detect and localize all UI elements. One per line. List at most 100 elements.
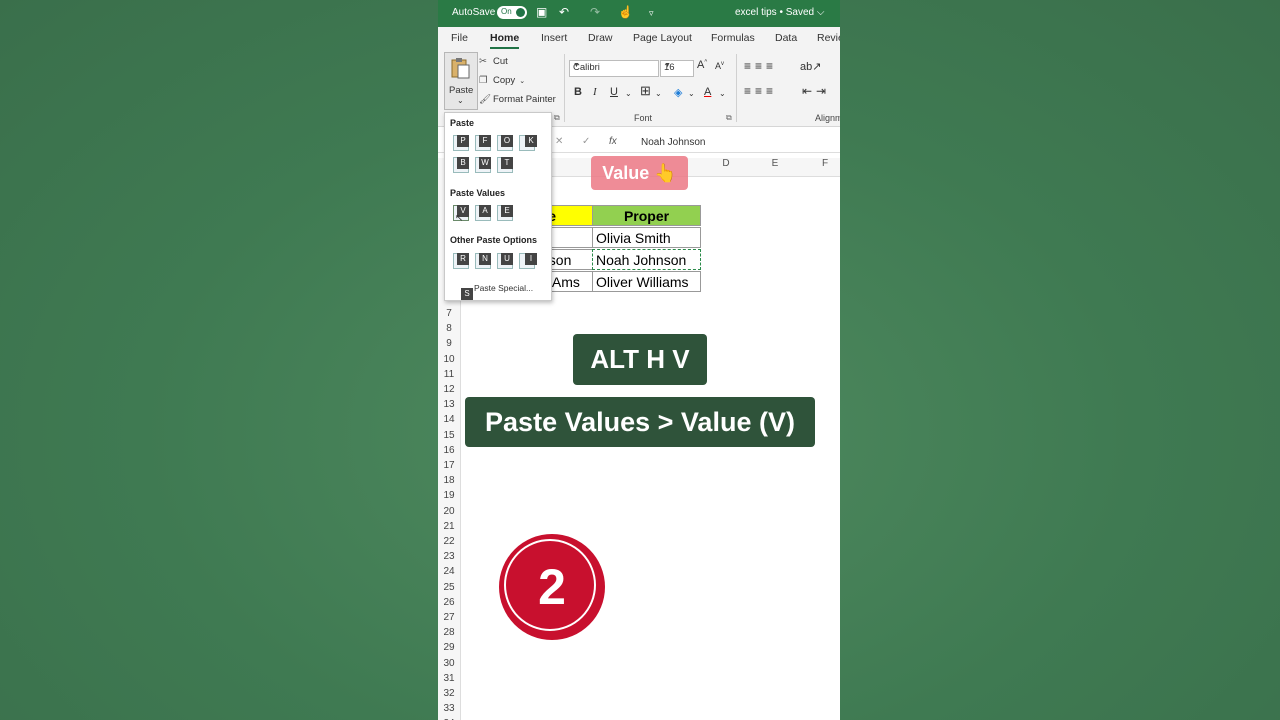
font-name-select[interactable]: Calibri ▼ — [569, 60, 659, 77]
row-number[interactable]: 16 — [438, 445, 460, 456]
row-number[interactable]: 22 — [438, 536, 460, 547]
borders-icon[interactable]: ⊞ — [640, 83, 651, 99]
paste-options-menu: Paste P F O K B W T Paste Values V ↖ A E… — [444, 112, 552, 301]
row-number[interactable]: 17 — [438, 460, 460, 471]
paste-values-path-badge: Paste Values > Value (V) — [465, 397, 815, 447]
copy-button[interactable]: ❐ Copy ⌄ — [479, 75, 525, 86]
chevron-down-icon[interactable]: ⌄ — [625, 89, 632, 98]
scissors-icon: ✂ — [479, 56, 487, 67]
row-number[interactable]: 15 — [438, 430, 460, 441]
header-cell-proper[interactable]: Proper — [592, 205, 701, 226]
paste-special-item[interactable]: Paste Special... — [474, 283, 533, 293]
row-number[interactable]: 24 — [438, 566, 460, 577]
row-number[interactable]: 20 — [438, 506, 460, 517]
font-size-select[interactable]: 16 ▼ — [660, 60, 694, 77]
key-tip: I — [525, 253, 537, 265]
row-number[interactable]: 30 — [438, 658, 460, 669]
key-tip: T — [501, 157, 513, 169]
font-color-icon[interactable]: A — [704, 86, 711, 98]
row-number[interactable]: 13 — [438, 399, 460, 410]
row-number[interactable]: 33 — [438, 703, 460, 714]
row-number[interactable]: 9 — [438, 338, 460, 349]
row-number[interactable]: 19 — [438, 490, 460, 501]
autosave-toggle[interactable]: On — [497, 6, 527, 19]
key-tip: R — [457, 253, 469, 265]
tab-home[interactable]: Home — [490, 32, 520, 49]
row-number[interactable]: 31 — [438, 673, 460, 684]
formula-input[interactable]: Noah Johnson — [641, 137, 706, 148]
bold-icon[interactable]: B — [574, 86, 582, 98]
key-tip: B — [457, 157, 469, 169]
redo-icon[interactable]: ↷ — [590, 5, 600, 19]
row-number[interactable]: 23 — [438, 551, 460, 562]
row-number[interactable]: 10 — [438, 354, 460, 365]
cut-button[interactable]: ✂ Cut — [479, 56, 508, 67]
increase-font-icon[interactable]: A^ — [697, 59, 707, 71]
chevron-down-icon[interactable]: ⌄ — [655, 89, 662, 98]
paste-section-header: Paste — [450, 118, 475, 128]
row-number[interactable]: 21 — [438, 521, 460, 532]
table-cell[interactable]: Oliver Williams — [592, 271, 701, 292]
undo-icon[interactable]: ↶ — [559, 5, 569, 19]
orientation-icon[interactable]: ab↗ — [800, 60, 821, 73]
horizontal-align-icons[interactable]: ≡≡≡ — [744, 84, 777, 98]
clipboard-launcher-icon[interactable]: ⧉ — [554, 113, 560, 123]
key-tip: S — [461, 288, 473, 300]
check-icon[interactable]: ✓ — [582, 136, 590, 147]
excel-window: AutoSave On ▣ ↶ ↷ ☝ ▿ excel tips • Saved… — [438, 0, 840, 720]
key-tip: A — [479, 205, 491, 217]
other-paste-options-header: Other Paste Options — [450, 235, 538, 245]
column-header-e[interactable]: E — [755, 158, 795, 176]
tab-page-layout[interactable]: Page Layout — [633, 32, 692, 44]
save-icon[interactable]: ▣ — [536, 5, 547, 19]
font-launcher-icon[interactable]: ⧉ — [726, 113, 732, 123]
tab-file[interactable]: File — [451, 32, 468, 44]
row-number[interactable]: 7 — [438, 308, 460, 319]
selected-cell[interactable]: Noah Johnson — [592, 249, 701, 270]
fx-icon[interactable]: fx — [609, 136, 617, 147]
chevron-down-icon[interactable]: ⌄ — [688, 89, 695, 98]
column-header-f[interactable]: F — [805, 158, 840, 176]
chevron-down-icon: ⌄ — [457, 96, 464, 105]
row-number[interactable]: 12 — [438, 384, 460, 395]
fill-color-icon[interactable]: ◈ — [674, 86, 682, 99]
row-number[interactable]: 8 — [438, 323, 460, 334]
copy-icon: ❐ — [479, 75, 488, 86]
tab-draw[interactable]: Draw — [588, 32, 613, 44]
paste-button[interactable]: Paste ⌄ — [444, 52, 478, 110]
tab-formulas[interactable]: Formulas — [711, 32, 755, 44]
row-number[interactable]: 26 — [438, 597, 460, 608]
clipboard-icon — [451, 58, 470, 79]
row-number[interactable]: 32 — [438, 688, 460, 699]
column-header-d[interactable]: D — [706, 158, 746, 176]
table-cell[interactable]: Olivia Smith — [592, 227, 701, 248]
italic-icon[interactable]: I — [593, 86, 597, 98]
row-number[interactable]: 28 — [438, 627, 460, 638]
document-title[interactable]: excel tips • Saved ⌵ — [735, 7, 824, 18]
vertical-align-icons[interactable]: ≡≡≡ — [744, 59, 777, 73]
tab-insert[interactable]: Insert — [541, 32, 567, 44]
tab-review[interactable]: Revie — [817, 32, 840, 44]
tab-data[interactable]: Data — [775, 32, 797, 44]
underline-icon[interactable]: U — [610, 86, 618, 98]
decrease-font-icon[interactable]: Av — [715, 61, 724, 71]
indent-icons[interactable]: ⇤⇥ — [802, 84, 830, 98]
format-painter-button[interactable]: 🖌 Format Painter — [479, 94, 556, 105]
key-tip: K — [525, 135, 537, 147]
cancel-icon[interactable]: ✕ — [555, 136, 563, 147]
chevron-down-icon[interactable]: ⌄ — [719, 89, 726, 98]
row-number[interactable]: 27 — [438, 612, 460, 623]
row-number[interactable]: 29 — [438, 642, 460, 653]
row-number[interactable]: 14 — [438, 414, 460, 425]
row-number[interactable]: 18 — [438, 475, 460, 486]
touch-mode-icon[interactable]: ☝ — [618, 5, 633, 19]
mouse-cursor-icon: ↖ — [455, 213, 464, 224]
customize-toolbar-icon[interactable]: ▿ — [649, 8, 654, 19]
key-tip: E — [501, 205, 513, 217]
key-tip: O — [501, 135, 513, 147]
row-number[interactable]: 11 — [438, 369, 460, 380]
value-badge: Value 👆 — [591, 156, 688, 190]
row-number[interactable]: 25 — [438, 582, 460, 593]
format-painter-label: Format Painter — [493, 94, 556, 105]
font-group-label: Font — [634, 113, 653, 123]
